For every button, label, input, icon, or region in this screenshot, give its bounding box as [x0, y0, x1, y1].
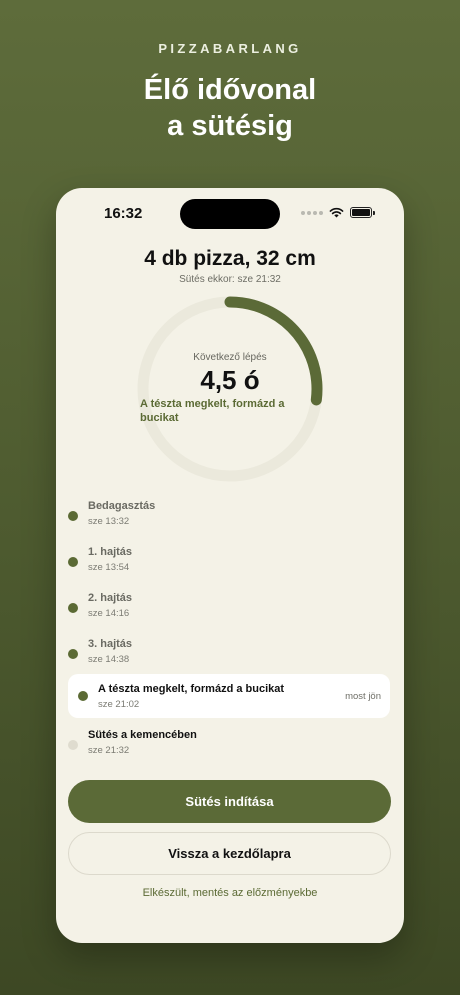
timeline-item-title: Sütés a kemencében [88, 729, 197, 741]
timeline-item-title: Bedagasztás [88, 500, 156, 512]
dynamic-island [180, 199, 280, 229]
signal-dots-icon [301, 210, 323, 215]
timeline-item: Bedagasztás sze 13:32 [56, 498, 404, 538]
brand-name: PIZZABARLANG [158, 41, 302, 56]
timeline-item: Sütés a kemencében sze 21:32 [56, 727, 404, 767]
next-step-panel: Következő lépés 4,5 ó A tészta megkelt, … [136, 295, 324, 483]
headline-line-2: a sütésig [167, 110, 293, 142]
phone-screen: 16:32 4 db pizza, 32 cm Sütés ekkor: sze… [56, 188, 404, 943]
headline: Élő idővonal a sütésig [0, 72, 460, 144]
timeline-item: 1. hajtás sze 13:54 [56, 544, 404, 584]
timeline-item: 3. hajtás sze 14:38 [56, 636, 404, 676]
timeline-item-title: A tészta megkelt, formázd a bucikat [98, 683, 285, 695]
timeline-item-time: sze 21:02 [98, 699, 140, 710]
upcoming-badge: most jön [345, 691, 381, 702]
bake-time: Sütés ekkor: sze 21:32 [179, 274, 281, 285]
timeline-dot [78, 691, 88, 701]
timeline-item-time: sze 21:32 [88, 745, 130, 756]
timeline-item-title: 1. hajtás [88, 546, 133, 558]
next-step-value: 4,5 ó [200, 365, 260, 395]
status-time: 16:32 [104, 205, 143, 222]
timeline-item-time: sze 13:32 [88, 516, 130, 527]
timeline-dot [68, 603, 78, 613]
timeline-item-time: sze 13:54 [88, 562, 130, 573]
timeline-item: 2. hajtás sze 14:16 [56, 590, 404, 630]
timeline-item-title: 3. hajtás [88, 638, 133, 650]
timeline-dot [68, 557, 78, 567]
timeline-item-time: sze 14:38 [88, 654, 130, 665]
timeline-item-time: sze 14:16 [88, 608, 130, 619]
battery-icon [350, 207, 375, 218]
next-step-task: A tészta megkelt, formázd a bucikat [140, 398, 285, 424]
progress-ring: Következő lépés 4,5 ó A tészta megkelt, … [136, 295, 324, 483]
timeline-dot [68, 511, 78, 521]
timeline-dot [68, 649, 78, 659]
wifi-icon [329, 207, 344, 218]
back-home-button[interactable]: Vissza a kezdőlapra [68, 832, 391, 875]
save-to-history-link[interactable]: Elkészült, mentés az előzményekbe [56, 887, 404, 899]
timeline-item-title: 2. hajtás [88, 592, 133, 604]
next-step-label: Következő lépés [193, 352, 267, 363]
timeline-dot [68, 740, 78, 750]
timeline-item-current: A tészta megkelt, formázd a bucikat sze … [68, 674, 390, 718]
status-icons [301, 207, 375, 218]
headline-line-1: Élő idővonal [143, 74, 317, 106]
start-baking-button[interactable]: Sütés indítása [68, 780, 391, 823]
order-title: 4 db pizza, 32 cm [144, 247, 316, 270]
